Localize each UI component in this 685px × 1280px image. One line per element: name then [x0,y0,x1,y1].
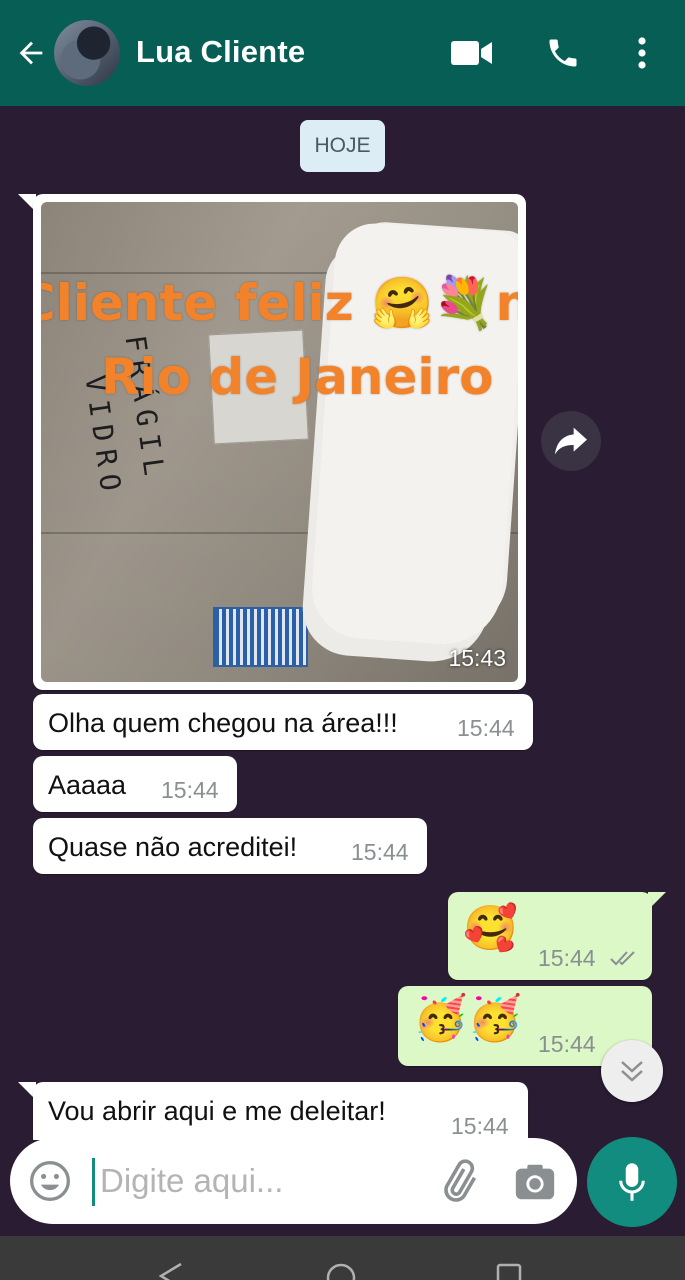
overlay-caption-line2: Rio de Janeiro [101,348,494,406]
message-bubble-in[interactable]: Vou abrir aqui e me deleitar! 15:44 [33,1082,528,1140]
scroll-down-icon [621,1061,643,1082]
mic-button[interactable] [587,1137,677,1227]
message-bubble-in[interactable]: Quase não acreditei! 15:44 [33,818,427,874]
emoji-icon[interactable] [28,1159,72,1203]
overlay-caption-line1: Cliente feliz 🤗💐no [41,274,518,332]
message-time: 15:44 [457,715,515,741]
avatar[interactable] [54,20,120,86]
message-text: Olha quem chegou na área!!! [48,708,398,738]
chat-header: Lua Cliente [0,0,685,106]
date-chip: HOJE [300,120,385,172]
chat-area[interactable]: HOJE FRÁGIL VIDRO Cliente feliz 🤗💐no Rio… [0,106,685,1140]
image-message[interactable]: FRÁGIL VIDRO Cliente feliz 🤗💐no Rio de J… [33,194,526,690]
message-time: 15:44 [451,1113,509,1139]
message-text: Quase não acreditei! [48,832,298,862]
message-time: 15:44 [161,777,219,803]
message-emoji: 🥳🥳 [413,994,523,1043]
mic-icon [619,1163,645,1201]
phone-icon[interactable] [541,30,585,76]
message-text: Vou abrir aqui e me deleitar! [48,1096,386,1126]
forward-button[interactable] [541,411,601,471]
message-bubble-in[interactable]: Aaaaa 15:44 [33,756,237,812]
message-emoji: 🥰 [463,904,518,953]
package-photo[interactable]: FRÁGIL VIDRO Cliente feliz 🤗💐no Rio de J… [41,202,518,682]
text-caret [92,1158,95,1206]
forward-icon [555,427,587,455]
read-receipt-icon [610,951,635,966]
attach-icon[interactable] [434,1158,482,1206]
message-composer [10,1138,577,1224]
nav-recents-icon[interactable] [495,1262,523,1280]
camera-icon[interactable] [512,1159,558,1205]
android-nav-bar [0,1236,685,1280]
message-input[interactable] [100,1161,320,1201]
video-call-icon[interactable] [448,30,496,76]
message-bubble-in[interactable]: Olha quem chegou na área!!! 15:44 [33,694,533,750]
message-text: Aaaaa [48,770,127,800]
contact-name[interactable]: Lua Cliente [136,34,305,70]
barcode [213,607,308,667]
scroll-down-button[interactable] [601,1040,663,1102]
message-time: 15:44 [351,839,409,865]
back-arrow-icon[interactable] [14,36,48,70]
message-time: 15:44 [538,1031,596,1057]
message-bubble-out[interactable]: 🥰 15:44 [448,892,652,980]
message-time: 15:44 [538,945,596,971]
message-time: 15:43 [448,645,506,671]
more-vert-icon[interactable] [628,30,656,76]
nav-home-icon[interactable] [325,1262,357,1280]
nav-back-icon[interactable] [157,1262,185,1280]
